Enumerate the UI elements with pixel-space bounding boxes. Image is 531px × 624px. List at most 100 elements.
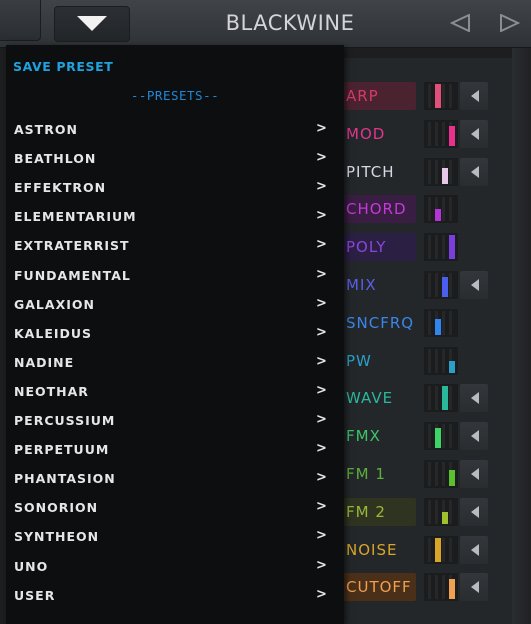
module-expand-button[interactable] [460,573,488,602]
module-tab[interactable]: SNCFRQ [338,309,416,337]
preset-category-item[interactable]: ELEMENTARIUM > [6,202,344,231]
preset-name-display[interactable]: BLACKWINE [160,6,420,40]
triangle-left-icon [471,127,479,140]
triangle-left-icon [471,543,479,556]
chevron-right-icon: > [316,150,327,166]
preset-category-label: PERPETUUM [14,442,110,458]
preset-category-label: GALAXION [14,296,95,312]
preset-category-item[interactable]: FUNDAMENTAL > [6,261,344,290]
module-expand-button[interactable] [460,535,488,564]
module-row: SNCFRQ [330,308,510,337]
preset-category-item[interactable]: PERCUSSIUM > [6,406,344,435]
save-preset-button[interactable]: SAVE PRESET [13,59,113,74]
triangle-right-icon [500,14,520,32]
preset-category-label: BEATHLON [14,151,97,167]
module-row: FM 1 [330,460,510,488]
module-level-meter [424,233,458,262]
preset-category-item[interactable]: EXTRATERRIST > [6,231,344,260]
module-tab[interactable]: FMX [338,422,416,450]
preset-category-label: NEOTHAR [14,383,89,399]
module-tab[interactable]: PW [338,347,416,375]
module-tab[interactable]: NOISE [338,536,416,564]
preset-category-item[interactable]: NEOTHAR > [6,377,344,406]
chevron-right-icon: > [316,353,327,369]
preset-category-item[interactable]: USER > [6,581,344,610]
module-row: FM 2 [330,497,510,526]
preset-category-item[interactable]: BEATHLON > [6,144,344,173]
prev-preset-button[interactable] [438,6,476,40]
module-tab[interactable]: ARP [338,82,416,110]
preset-category-item[interactable]: PHANTASION > [6,464,344,493]
module-expand-button[interactable] [460,157,488,186]
chevron-right-icon: > [316,295,327,311]
module-expand-button[interactable] [460,422,488,451]
chevron-right-icon: > [316,586,327,602]
module-tab[interactable]: FM 1 [338,460,416,488]
preset-category-item[interactable]: NADINE > [6,348,344,377]
module-expand-button[interactable] [460,82,488,110]
synth-window: ARP MOD PITCH CHORD POLY MIX SNCFRQ PW WAVE FMX FM… [0,0,531,624]
module-tab[interactable]: FM 2 [338,497,416,526]
module-level-meter [424,195,458,224]
preset-category-label: ASTRON [14,122,78,137]
chevron-right-icon: > [316,441,327,457]
preset-category-item[interactable]: EFFEKTRON > [6,173,344,202]
module-row: PW [330,346,510,375]
preset-category-label: FUNDAMENTAL [14,267,131,283]
presets-section-header: --PRESETS-- [130,88,220,103]
preset-category-label: EXTRATERRIST [14,238,130,254]
preset-dropdown-menu: SAVE PRESET --PRESETS-- ASTRON > BEATHLON >… [6,45,344,624]
preset-category-item[interactable]: GALAXION > [6,290,344,319]
module-row: MOD [330,119,510,148]
module-row: PITCH [330,157,510,186]
module-expand-button[interactable] [460,119,488,148]
chevron-right-icon: > [316,499,327,515]
module-expand-button[interactable] [460,497,488,526]
module-level-meter [424,157,458,186]
chevron-right-icon: > [316,179,327,195]
module-tab[interactable]: CHORD [338,195,416,224]
module-level-meter [424,346,458,375]
preset-category-item[interactable]: KALEIDUS > [6,319,344,348]
module-tab[interactable]: MIX [338,271,416,299]
module-row: ARP [330,82,510,110]
module-level-meter [424,460,458,488]
preset-category-item[interactable]: SONORION > [6,493,344,522]
chevron-right-icon: > [316,237,327,253]
module-level-meter [424,573,458,602]
preset-category-label: KALEIDUS [14,325,93,341]
top-bar: BLACKWINE [0,0,531,48]
module-level-meter [424,82,458,110]
triangle-left-icon [471,468,479,480]
module-level-meter [424,535,458,564]
module-tab[interactable]: CUTOFF [338,573,416,602]
module-row: POLY [330,233,510,262]
module-level-meter [424,384,458,413]
module-row: CHORD [330,195,510,224]
module-level-meter [424,497,458,526]
right-edge-panel [512,47,531,624]
triangle-left-icon [471,279,479,291]
corner-button[interactable] [0,0,41,41]
triangle-left-icon [450,14,470,32]
next-preset-button[interactable] [488,6,531,40]
preset-category-item[interactable]: PERPETUUM > [6,435,344,464]
module-expand-button[interactable] [460,460,488,488]
preset-category-item[interactable]: ASTRON > [6,115,344,144]
chevron-right-icon: > [316,324,327,340]
chevron-right-icon: > [316,528,327,544]
preset-category-item[interactable]: UNO > [6,552,344,581]
preset-category-label: SYNTHEON [14,529,100,545]
module-tab[interactable]: WAVE [338,384,416,412]
module-expand-button[interactable] [460,384,488,413]
preset-category-label: PHANTASION [14,471,116,487]
module-level-meter [424,119,458,148]
module-expand-button[interactable] [460,271,488,299]
preset-menu-toggle-button[interactable] [54,6,130,42]
module-tab[interactable]: MOD [338,120,416,148]
module-tab[interactable]: POLY [338,233,416,262]
preset-category-item[interactable]: SYNTHEON > [6,522,344,551]
chevron-right-icon: > [316,412,327,427]
preset-category-label: ELEMENTARIUM [14,209,137,225]
module-tab[interactable]: PITCH [338,158,416,186]
